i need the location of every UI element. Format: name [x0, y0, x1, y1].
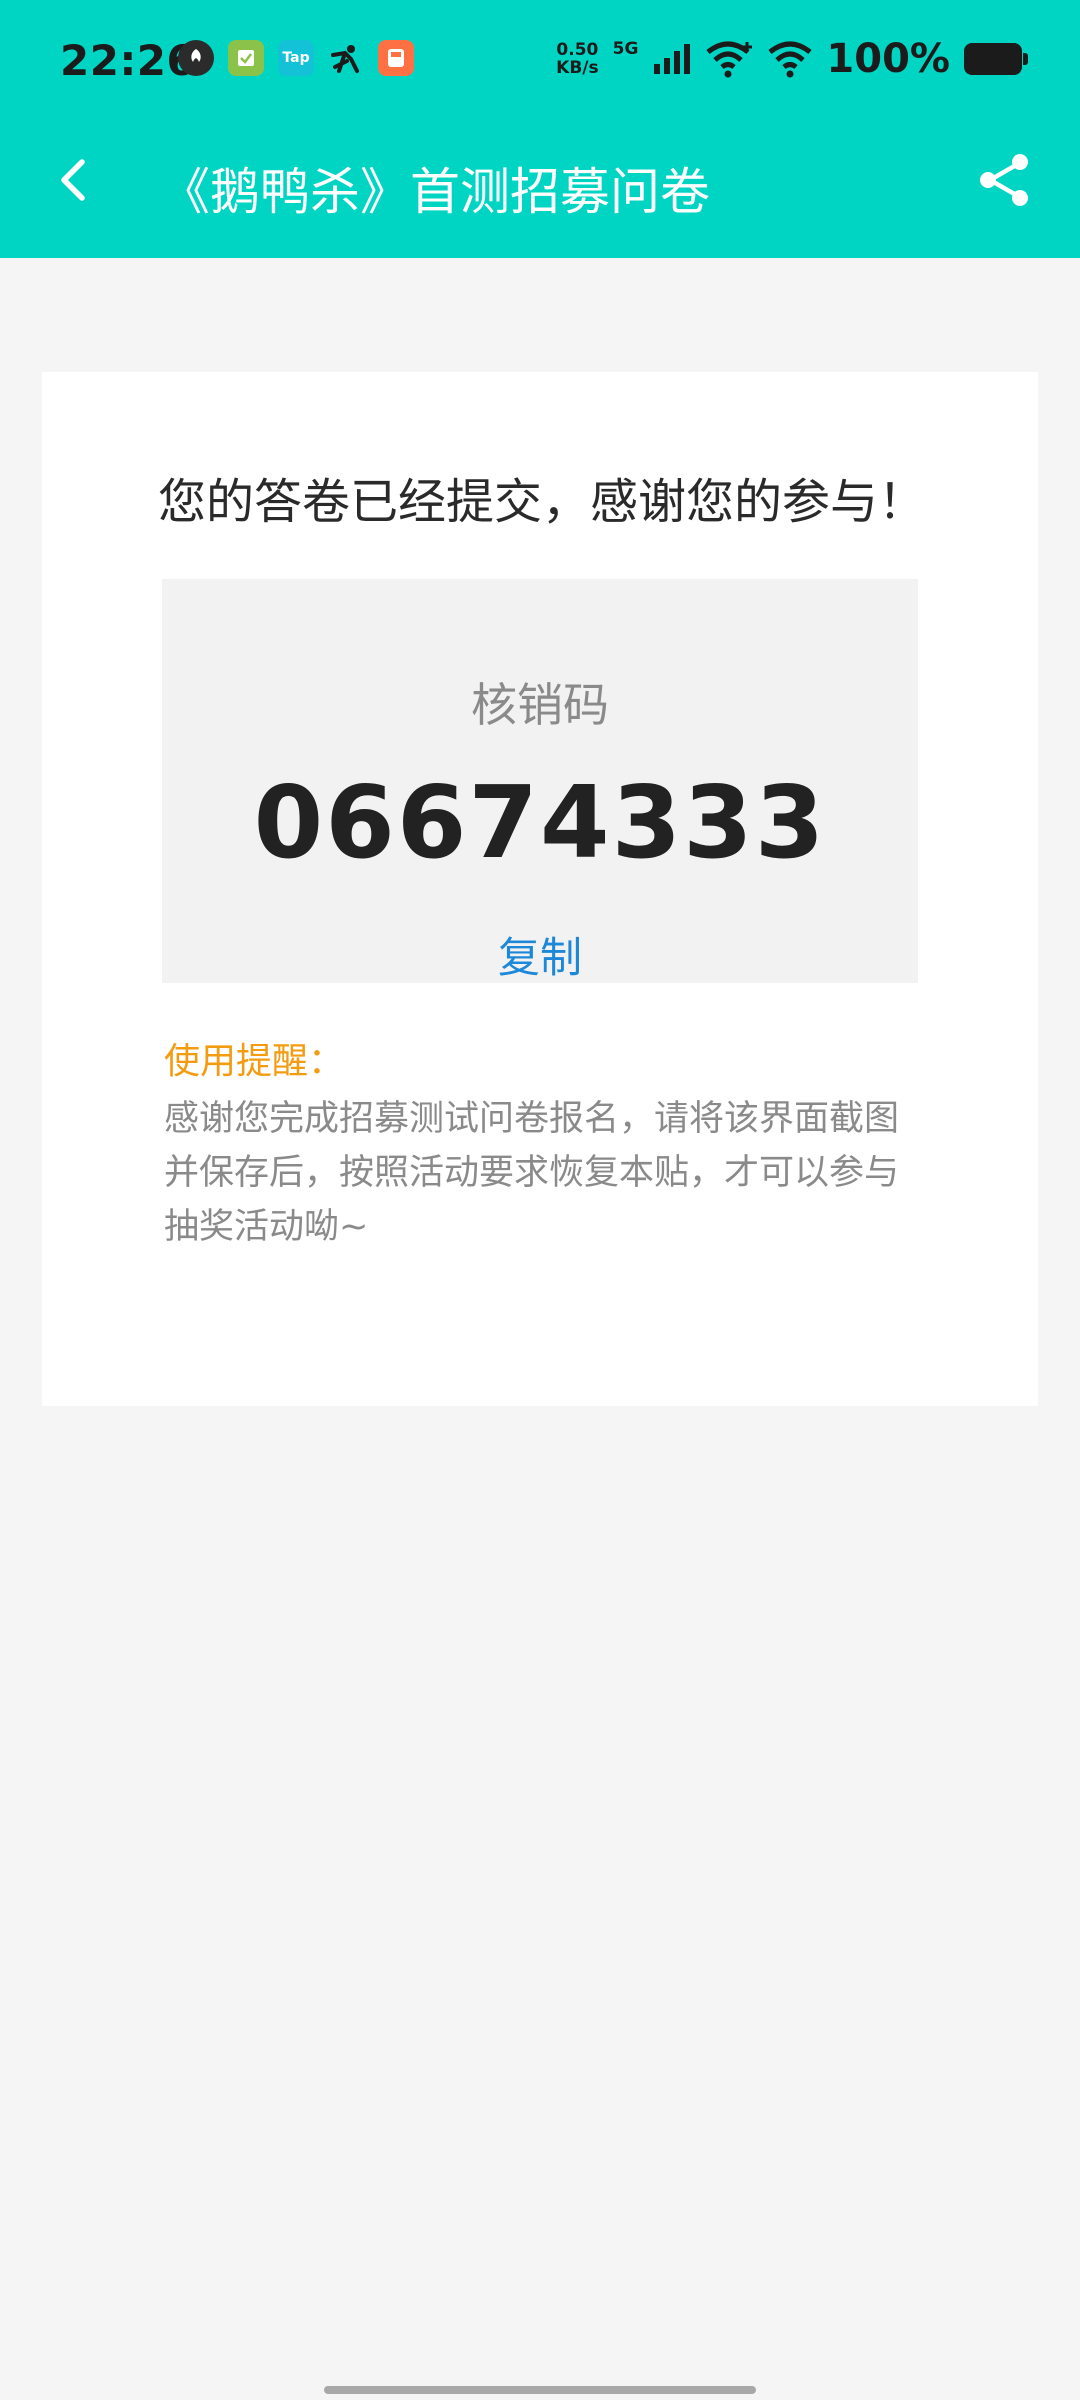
- cellular-signal-icon: [654, 44, 691, 74]
- share-icon: [980, 154, 1028, 206]
- network-type: 5G: [612, 39, 639, 59]
- usage-reminder-text: 感谢您完成招募测试问卷报名，请将该界面截图并保存后，按照活动要求恢复本贴，才可以…: [164, 1099, 900, 1247]
- share-button[interactable]: [974, 150, 1034, 210]
- status-time: 22:26: [60, 36, 197, 85]
- copy-button[interactable]: 复制: [162, 924, 918, 985]
- notification-icons: Tap: [178, 40, 414, 76]
- system-status-icons: 0.50 KB/s 5G 100%: [556, 36, 1028, 82]
- verification-code-value: 06674333: [253, 764, 827, 881]
- usage-reminder-title: 使用提醒：: [164, 1041, 345, 1082]
- battery-percent: 100%: [826, 36, 950, 82]
- status-bar: 22:26 Tap 0.50 KB/s 5G 100%: [0, 0, 1080, 120]
- wifi-icon: [768, 41, 812, 78]
- battery-icon: [964, 43, 1028, 75]
- app-notification-icon: [178, 40, 214, 76]
- taptap-icon: Tap: [278, 40, 314, 76]
- survey-result-screen: 22:26 Tap 0.50 KB/s 5G 100% 《鹅鸭杀》首测招募问卷 …: [0, 0, 1080, 2400]
- app-notification-icon: [228, 40, 264, 76]
- result-card: 您的答卷已经提交，感谢您的参与！ 核销码 06674333 复制 使用提醒： 感…: [42, 372, 1038, 1406]
- chevron-left-icon: [61, 159, 85, 201]
- wifi-plus-icon: [706, 41, 753, 78]
- verification-code-label: 核销码: [471, 678, 609, 732]
- network-speed: 0.50 KB/s: [556, 41, 598, 77]
- app-notification-icon: [378, 40, 414, 76]
- page-title: 《鹅鸭杀》首测招募问卷: [160, 163, 710, 221]
- home-indicator[interactable]: [324, 2386, 756, 2394]
- app-bar: 《鹅鸭杀》首测招募问卷: [0, 120, 1080, 258]
- network-speed-unit: KB/s: [556, 58, 599, 78]
- verification-code-box: 核销码 06674333 复制: [162, 579, 918, 983]
- network-speed-value: 0.50: [556, 40, 599, 60]
- submission-message: 您的答卷已经提交，感谢您的参与！: [158, 474, 927, 530]
- app-notification-icon: [328, 40, 364, 76]
- back-button[interactable]: [44, 150, 104, 210]
- header: 22:26 Tap 0.50 KB/s 5G 100% 《鹅鸭杀》首测招募问卷: [0, 0, 1080, 258]
